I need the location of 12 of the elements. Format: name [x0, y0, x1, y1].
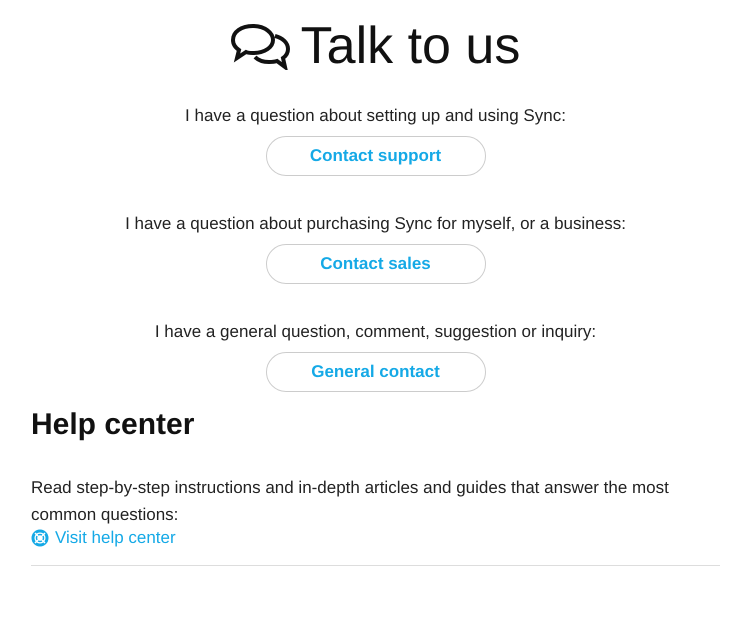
- chat-bubbles-icon: [230, 22, 291, 70]
- lifebuoy-icon: [31, 529, 49, 547]
- page-title: Talk to us: [300, 16, 520, 77]
- contact-button[interactable]: Contact support: [266, 136, 486, 176]
- section-heading: Help center: [31, 408, 196, 442]
- question-text: I have a question about purchasing Sync for myself, or a business:: [125, 214, 626, 234]
- help-text: Read step-by-step instructions and in-depth articles and guides that answer the most common questions:: [31, 477, 670, 526]
- help-center-link[interactable]: Visit help center: [31, 528, 176, 548]
- question-text: I have a general question, comment, suggestion or inquiry:: [154, 322, 596, 342]
- question-text: I have a question about setting up and using Sync:: [185, 106, 566, 126]
- contact-button[interactable]: General contact: [266, 352, 486, 392]
- contact-button[interactable]: Contact sales: [266, 244, 486, 284]
